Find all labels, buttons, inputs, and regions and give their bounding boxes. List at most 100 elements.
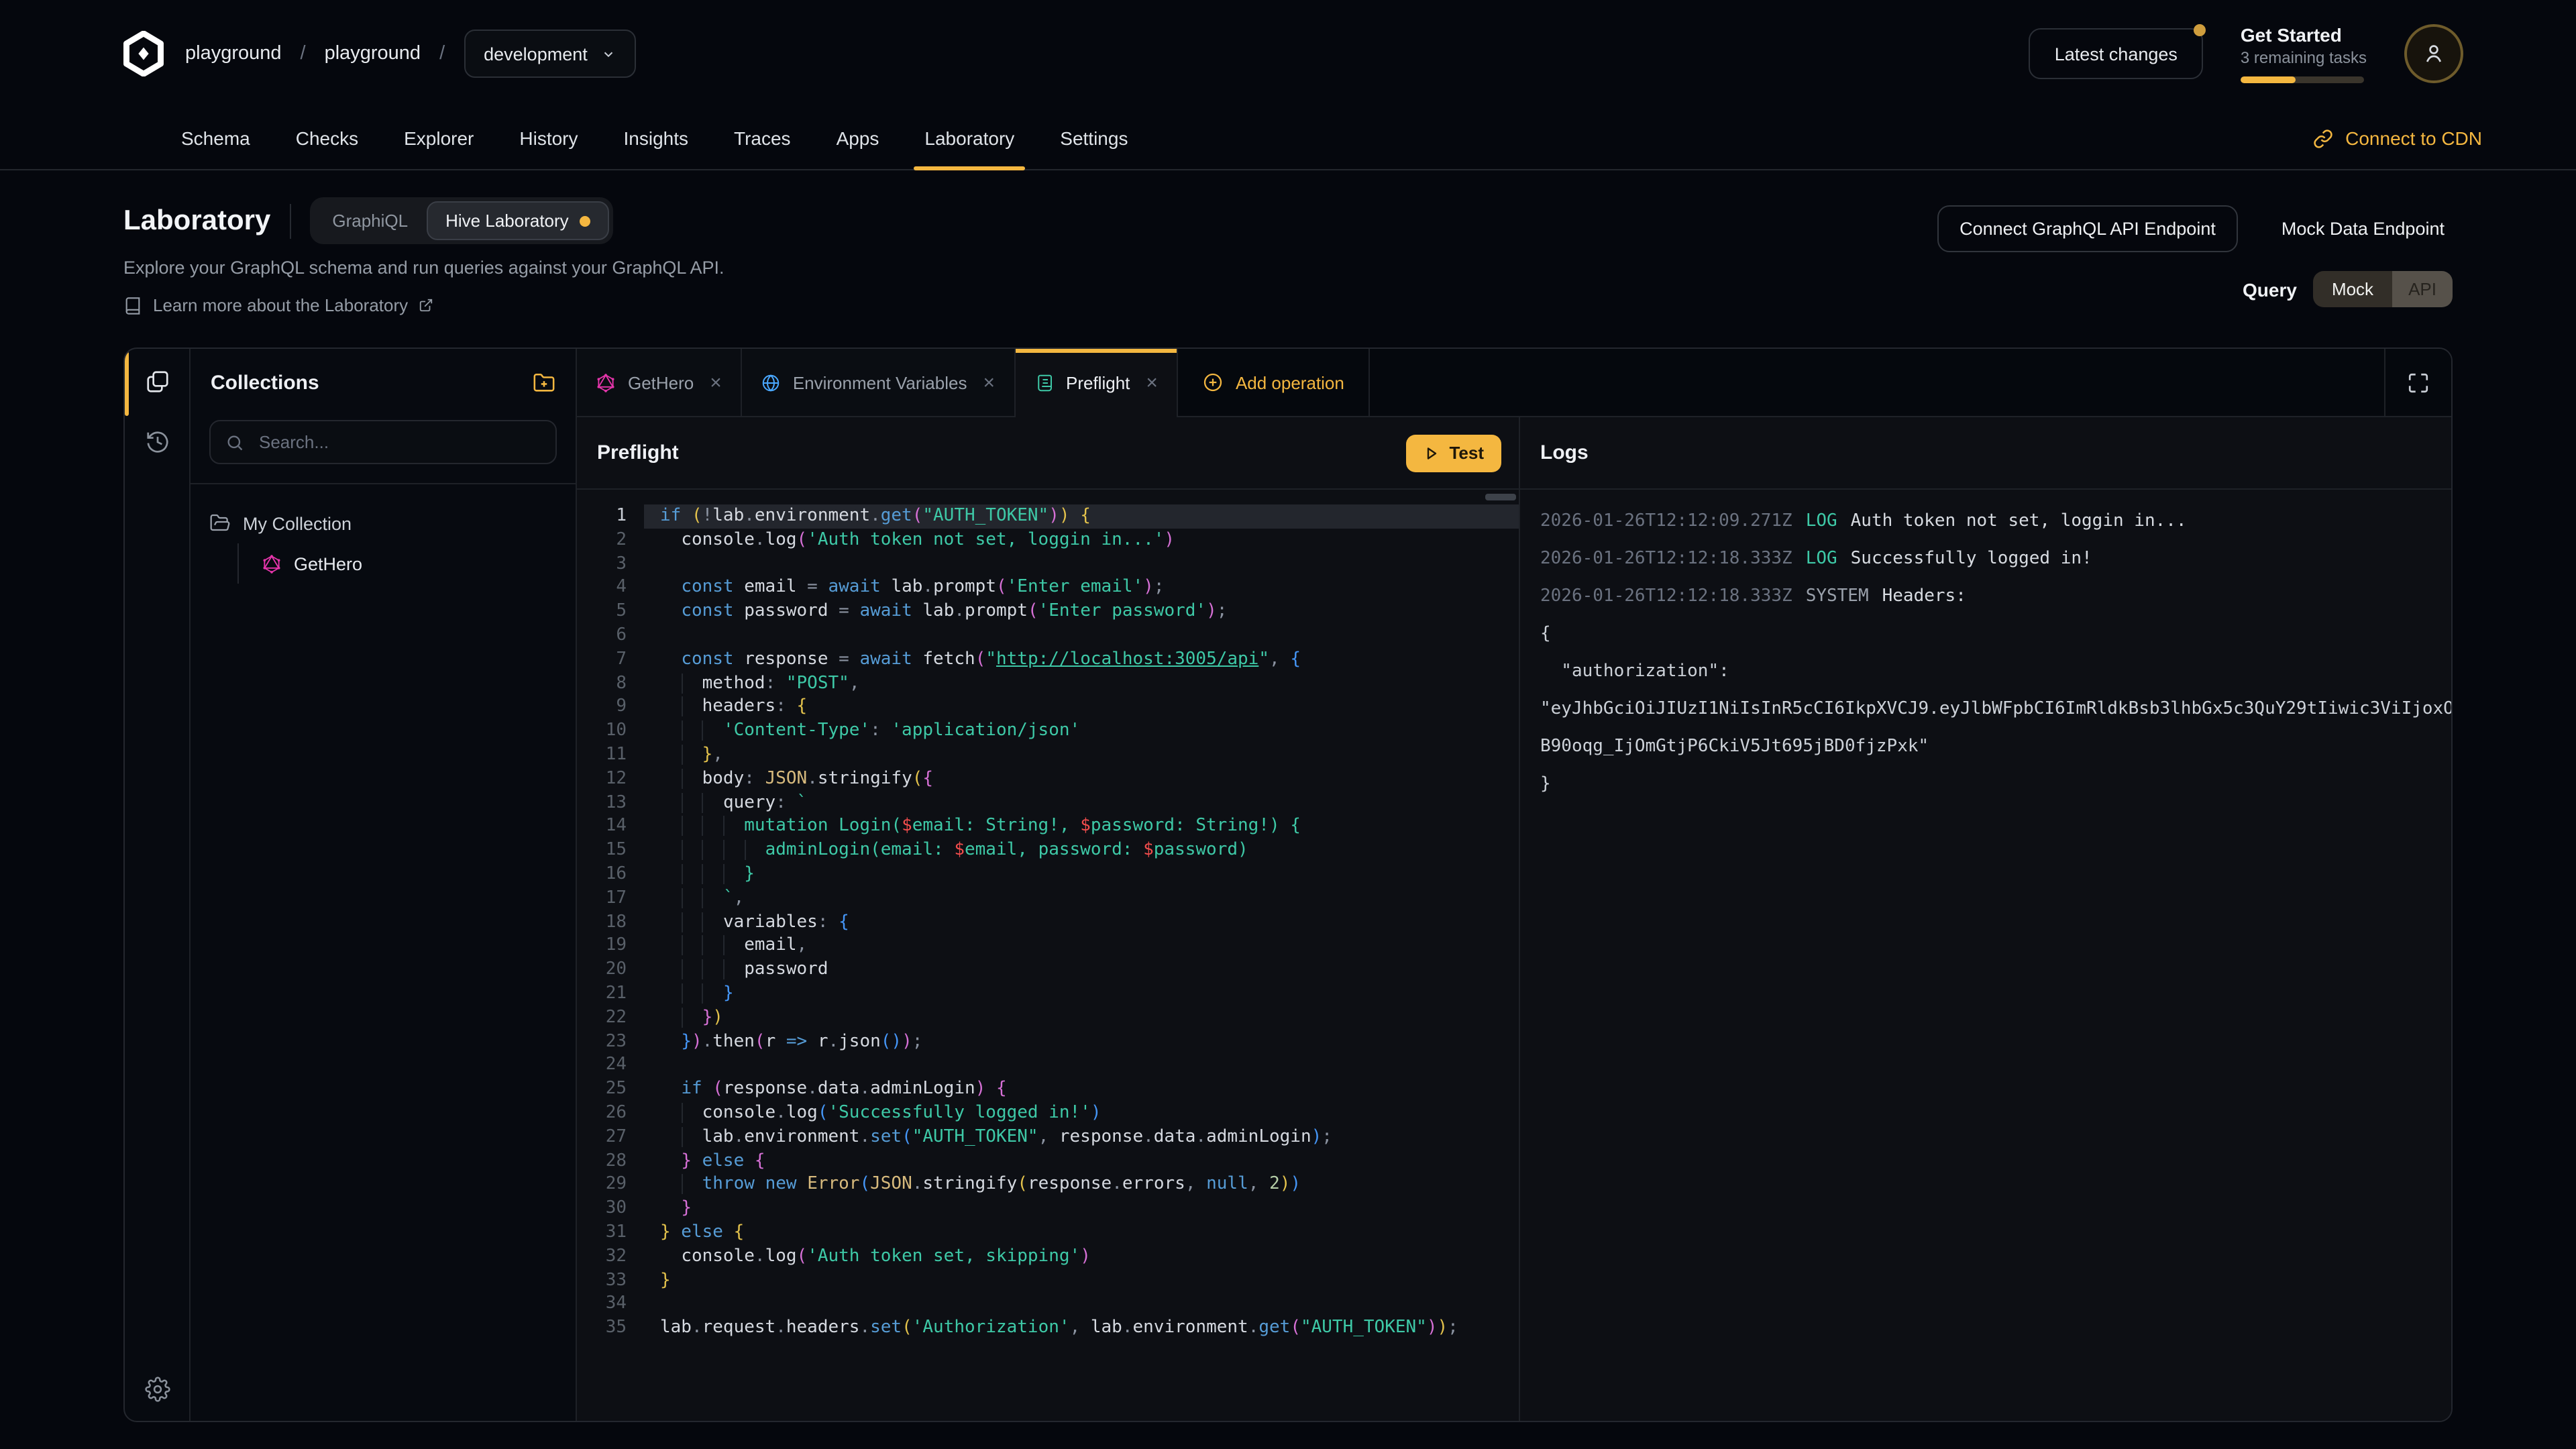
line-content: const response = await fetch("http://loc… [644,648,1519,672]
get-started[interactable]: Get Started 3 remaining tasks [2241,24,2367,83]
code-line[interactable]: 12 body: JSON.stringify({ [577,767,1519,792]
nav-item-schema[interactable]: Schema [181,107,250,169]
code-line[interactable]: 17 `, [577,887,1519,911]
code-line[interactable]: 8 method: "POST", [577,672,1519,696]
code-line[interactable]: 26 console.log('Successfully logged in!'… [577,1102,1519,1126]
nav-item-history[interactable]: History [519,107,578,169]
code-line[interactable]: 34 [577,1293,1519,1317]
code-line[interactable]: 16 } [577,863,1519,887]
code-line[interactable]: 24 [577,1054,1519,1078]
nav-item-settings[interactable]: Settings [1060,107,1128,169]
line-content [644,624,1519,648]
nav-item-laboratory[interactable]: Laboratory [924,107,1014,169]
breadcrumb-org[interactable]: playground [185,43,282,64]
connect-endpoint-button[interactable]: Connect GraphQL API Endpoint [1937,205,2239,252]
avatar[interactable] [2404,24,2463,83]
mode-hive-laboratory[interactable]: Hive Laboratory [427,201,609,240]
line-content: } [644,1197,1519,1221]
code-line[interactable]: 27 lab.environment.set("AUTH_TOKEN", res… [577,1125,1519,1149]
code-line[interactable]: 15 adminLogin(email: $email, password: $… [577,839,1519,863]
connect-cdn-link[interactable]: Connect to CDN [2313,127,2482,149]
history-rail-button[interactable] [144,429,170,455]
collection-folder-my-collection[interactable]: My Collection [209,503,557,543]
nav-item-traces[interactable]: Traces [734,107,791,169]
code-line[interactable]: 1if (!lab.environment.get("AUTH_TOKEN"))… [577,504,1519,529]
code-line[interactable]: 2 console.log('Auth token not set, loggi… [577,529,1519,553]
code-line[interactable]: 9 headers: { [577,696,1519,720]
play-icon [1424,445,1440,461]
tab-strip: GetHero×Environment Variables×Preflight×… [577,349,1370,416]
close-icon[interactable]: × [983,372,995,392]
hive-logo-icon[interactable] [123,31,164,76]
close-icon[interactable]: × [710,372,722,392]
code-line[interactable]: 18 variables: { [577,910,1519,934]
code-line[interactable]: 32 console.log('Auth token set, skipping… [577,1244,1519,1269]
breadcrumb-separator: / [301,43,306,64]
code-line[interactable]: 6 [577,624,1519,648]
line-content: console.log('Auth token set, skipping') [644,1244,1519,1269]
laboratory-header: Laboratory GraphiQL Hive Laboratory Expl… [0,170,2576,315]
script-icon [1034,373,1054,393]
code-line[interactable]: 23 }).then(r => r.json()); [577,1030,1519,1054]
line-number: 32 [577,1244,644,1269]
editor-title: Preflight [597,441,679,464]
tab-preflight[interactable]: Preflight× [1015,349,1178,417]
line-content: console.log('Successfully logged in!') [644,1102,1519,1126]
collections-rail-button[interactable] [144,369,170,394]
line-number: 31 [577,1221,644,1245]
code-line[interactable]: 13 query: ` [577,791,1519,815]
close-icon[interactable]: × [1146,373,1158,393]
code-line[interactable]: 30 } [577,1197,1519,1221]
search-input[interactable] [256,431,541,453]
code-line[interactable]: 3 [577,552,1519,576]
code-line[interactable]: 14 mutation Login($email: String!, $pass… [577,815,1519,839]
latest-changes-button[interactable]: Latest changes [2029,28,2203,79]
line-number: 18 [577,910,644,934]
learn-more-link[interactable]: Learn more about the Laboratory [123,295,724,315]
code-line[interactable]: 11 }, [577,743,1519,767]
mode-graphiql[interactable]: GraphiQL [313,203,427,239]
chevron-down-icon [601,46,616,61]
code-line[interactable]: 4 const email = await lab.prompt('Enter … [577,576,1519,600]
query-toggle-api[interactable]: API [2392,271,2453,307]
code-line[interactable]: 10 'Content-Type': 'application/json' [577,719,1519,743]
nav-item-checks[interactable]: Checks [296,107,358,169]
collection-item-gethero[interactable]: GetHero [262,543,557,584]
code-line[interactable]: 35lab.request.headers.set('Authorization… [577,1316,1519,1340]
line-content: adminLogin(email: $email, password: $pas… [644,839,1519,863]
globe-icon [761,372,781,392]
mock-endpoint-button[interactable]: Mock Data Endpoint [2273,217,2453,240]
line-content: variables: { [644,910,1519,934]
code-line[interactable]: 29 throw new Error(JSON.stringify(respon… [577,1173,1519,1197]
test-button[interactable]: Test [1406,434,1501,472]
nav-item-insights[interactable]: Insights [624,107,689,169]
connect-cdn-label: Connect to CDN [2345,127,2482,149]
tab-environment-variables[interactable]: Environment Variables× [742,349,1015,416]
tab-add-operation[interactable]: Add operation [1178,349,1370,416]
code-line[interactable]: 33} [577,1269,1519,1293]
code-line[interactable]: 25 if (response.data.adminLogin) { [577,1077,1519,1102]
code-line[interactable]: 28 } else { [577,1149,1519,1173]
code-line[interactable]: 31} else { [577,1221,1519,1245]
new-collection-button[interactable] [533,372,555,394]
breadcrumb-project[interactable]: playground [325,43,421,64]
code-line[interactable]: 20 password [577,958,1519,982]
code-line[interactable]: 19 email, [577,934,1519,959]
nav-item-apps[interactable]: Apps [837,107,879,169]
scrollbar-thumb[interactable] [1485,494,1516,500]
tab-gethero[interactable]: GetHero× [577,349,742,416]
collections-panel: Collections [191,349,577,1421]
fullscreen-button[interactable] [2384,349,2451,416]
collections-tree: My Collection GetHero [191,484,576,602]
code-line[interactable]: 21 } [577,982,1519,1006]
query-toggle-mock[interactable]: Mock [2313,271,2392,307]
code-line[interactable]: 7 const response = await fetch("http://l… [577,648,1519,672]
code-editor[interactable]: 1if (!lab.environment.get("AUTH_TOKEN"))… [577,490,1519,1421]
log-entry: 2026-01-26T12:12:09.271ZLOGAuth token no… [1540,503,2451,541]
target-select[interactable]: development [464,30,636,78]
nav-item-explorer[interactable]: Explorer [404,107,474,169]
code-line[interactable]: 5 const password = await lab.prompt('Ent… [577,600,1519,624]
line-number: 11 [577,743,644,767]
code-line[interactable]: 22 }) [577,1006,1519,1030]
settings-rail-button[interactable] [144,1377,170,1402]
